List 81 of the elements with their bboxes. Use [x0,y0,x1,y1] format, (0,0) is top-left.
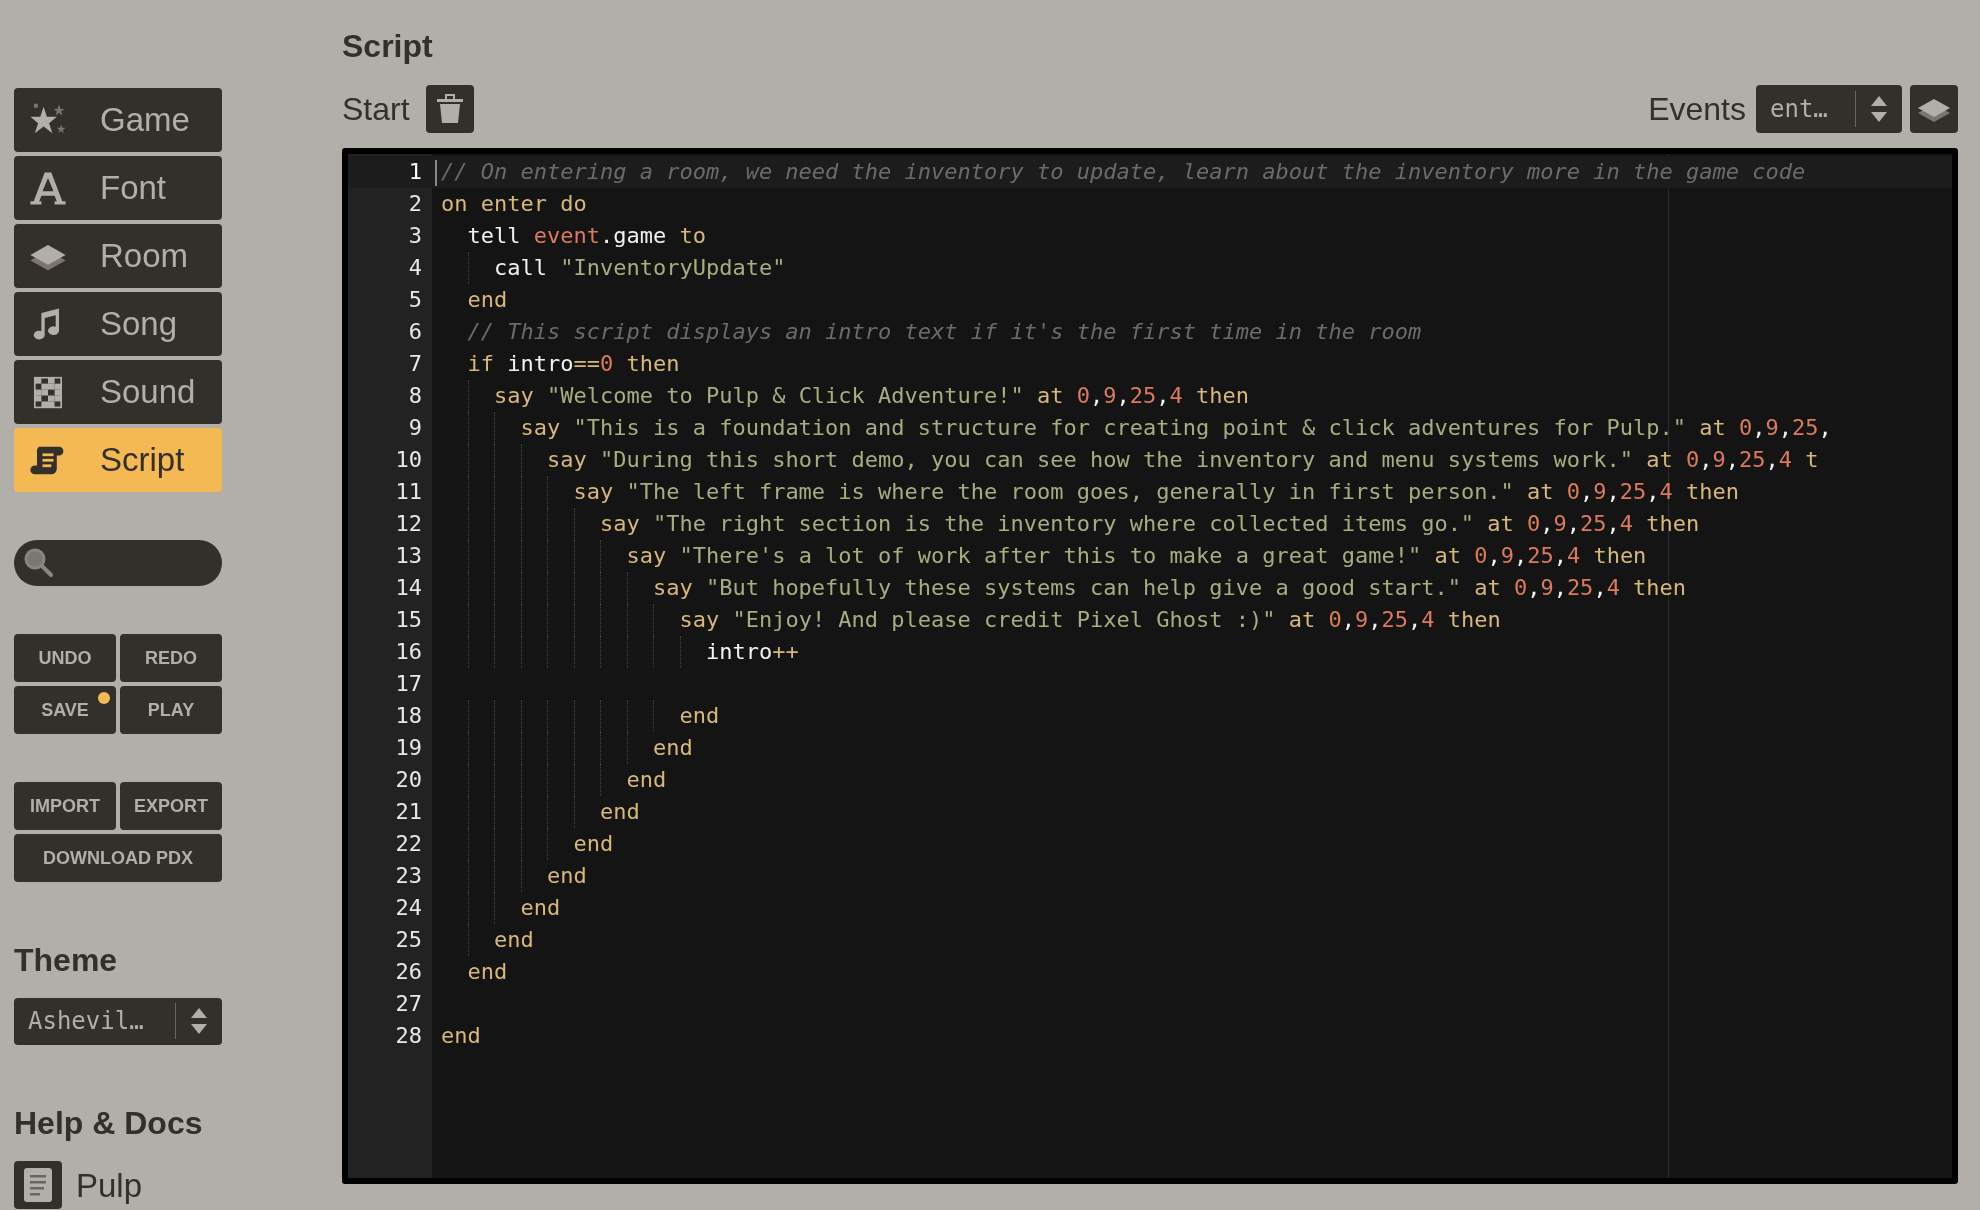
code-line: say "But hopefully these systems can help give a good start." at 0,9,25,4 then [651,575,1687,600]
line-number: 5 [407,286,423,314]
code-line: if intro==0 then [466,351,680,376]
code-line: say "This is a foundation and structure for creating point & click adventures for Pulp." at 0,9,25, [519,415,1832,440]
section-heading: Theme [14,941,119,981]
trash-icon [435,93,464,125]
transfer-button[interactable]: IMPORT [14,782,116,831]
line-number: 10 [394,446,423,474]
line-number: 17 [394,670,423,698]
code-line: end [441,1023,481,1048]
nav-item[interactable]: Script [14,428,222,492]
action-button[interactable]: PLAY [120,686,222,735]
line-number: 23 [394,862,423,890]
code-line: end [625,767,667,792]
code-line: say "There's a lot of work after this to make a great game!" at 0,9,25,4 then [625,543,1647,568]
line-number: 13 [394,542,423,570]
line-number: 4 [407,254,423,282]
line-number: 21 [394,798,423,826]
transfer-button[interactable]: EXPORT [120,782,222,831]
line-number: 14 [394,574,423,602]
search-field[interactable] [14,540,222,587]
code-line: say "Enjoy! And please credit Pixel Ghost :)" at 0,9,25,4 then [678,607,1501,632]
line-number: 9 [407,414,423,442]
theme-select[interactable]: Ashevil… [14,998,222,1045]
section-heading: Help & Docs [14,1103,204,1143]
code-line: say "The right section is the inventory where collected items go." at 0,9,25,4 then [598,511,1700,536]
action-button[interactable]: REDO [120,634,222,683]
line-number: 16 [394,638,423,666]
line-number: 28 [394,1022,423,1050]
line-number: 24 [394,894,423,922]
line-number: 1 [348,156,432,188]
script-target-label: Start [342,90,410,129]
code-line: end [598,799,640,824]
code-editor[interactable] [342,148,1958,1184]
line-number: 6 [407,318,423,346]
code-line: // On entering a room, we need the inventory to update, learn about the inventory more in the game code [441,159,1806,184]
code-line: intro++ [704,639,799,664]
line-number: 19 [394,734,423,762]
line-number: 20 [394,766,423,794]
code-line: // This script displays an intro text if it's the first time in the room [466,319,1422,344]
nav-item[interactable]: Sound [14,360,222,424]
line-number: 22 [394,830,423,858]
page-title: Script [342,27,434,66]
line-number: 8 [407,382,423,410]
line-number: 15 [394,606,423,634]
line-number: 7 [407,350,423,378]
action-button[interactable]: UNDO [14,634,116,683]
nav-item[interactable]: Font [14,156,222,220]
code-line: end [519,895,561,920]
line-number: 2 [407,190,423,218]
code-line: say "During this short demo, you can see how the inventory and menu systems work." at 0,9,25,4 t [545,447,1819,472]
line-number: 12 [394,510,423,538]
code-line: end [492,927,534,952]
code-line: end [466,287,508,312]
help-link[interactable]: Pulp [14,1160,342,1210]
line-number: 26 [394,958,423,986]
text-cursor [435,160,437,186]
events-select[interactable]: ent… [1756,85,1902,133]
action-button[interactable]: SAVE [14,686,116,735]
line-number: 25 [394,926,423,954]
nav-item[interactable]: Game [14,88,222,152]
line-number: 3 [407,222,423,250]
code-line: end [572,831,614,856]
events-label: Events [1648,90,1746,129]
download-button[interactable]: DOWNLOAD PDX [14,834,222,883]
code-line: say "The left frame is where the room goes, generally in first person." at 0,9,25,4 then [572,479,1740,504]
code-line: end [651,735,693,760]
code-line: say "Welcome to Pulp & Click Adventure!" at 0,9,25,4 then [492,383,1249,408]
nav-item[interactable]: Room [14,224,222,288]
nav-item[interactable]: Song [14,292,222,356]
line-number: 27 [394,990,423,1018]
trash-button[interactable] [425,85,474,133]
code-line: tell event.game to [466,223,706,248]
code-line: on enter do [441,191,587,216]
room-button[interactable] [1910,85,1958,133]
line-number: 18 [394,702,423,730]
code-line: call "InventoryUpdate" [492,255,786,280]
code-line: end [545,863,587,888]
line-number: 11 [394,478,423,506]
code-line: end [678,703,720,728]
code-line: end [466,959,508,984]
